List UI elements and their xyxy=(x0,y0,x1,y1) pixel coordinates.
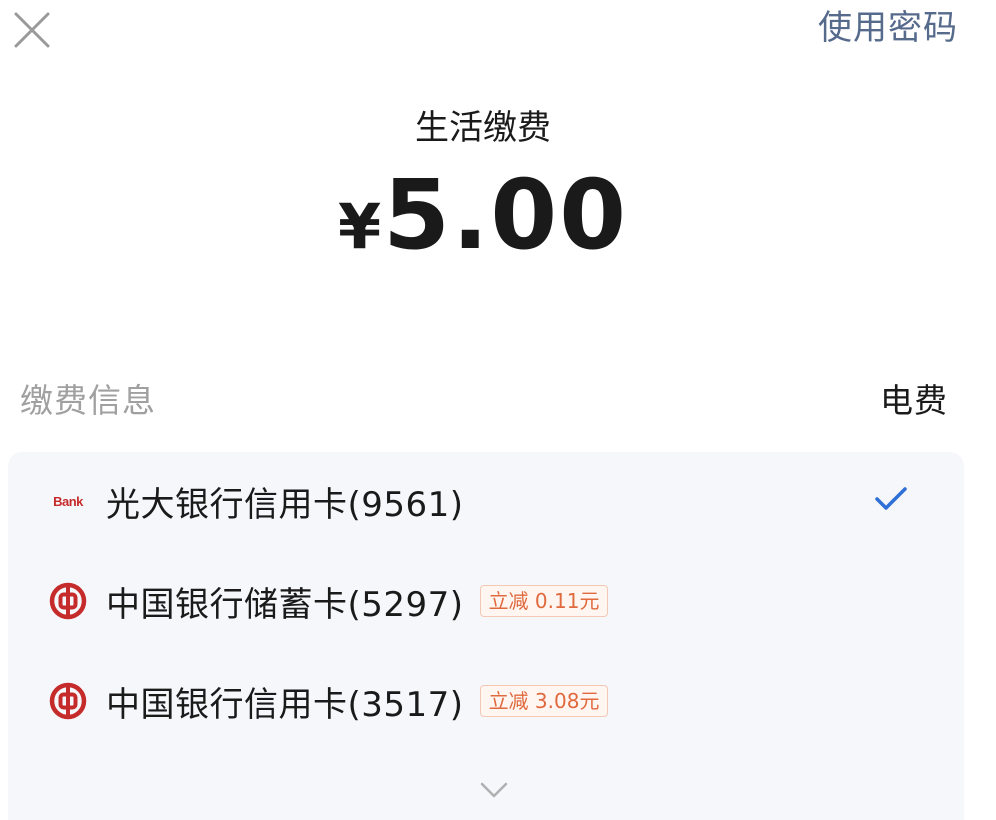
expand-more-button[interactable] xyxy=(474,778,514,802)
payment-methods-panel: Bank 光大银行信用卡(9561) 中国银行储蓄卡(5297) 立减 0.11… xyxy=(8,452,964,820)
payment-info-row: 缴费信息 电费 xyxy=(20,372,948,424)
selected-check-icon xyxy=(874,486,908,516)
everbright-bank-icon: Bank xyxy=(53,493,83,509)
use-password-link[interactable]: 使用密码 xyxy=(818,6,958,50)
payment-method-name: 光大银行信用卡(9561) xyxy=(106,484,464,525)
close-icon xyxy=(14,12,50,48)
payment-info-value: 电费 xyxy=(880,381,948,420)
currency-symbol: ¥ xyxy=(338,190,382,263)
payment-method-name: 中国银行信用卡(3517) xyxy=(106,684,464,725)
payment-sheet: 使用密码 生活缴费 ¥5.00 缴费信息 电费 Bank 光大银行信用卡(956… xyxy=(0,0,996,820)
merchant-title: 生活缴费 xyxy=(415,108,551,148)
close-button[interactable] xyxy=(10,6,54,50)
payment-method-boc-debit[interactable]: 中国银行储蓄卡(5297) 立减 0.11元 xyxy=(8,556,964,646)
bank-of-china-icon xyxy=(48,681,88,721)
payment-method-everbright-credit[interactable]: Bank 光大银行信用卡(9561) xyxy=(8,456,964,546)
bank-of-china-icon xyxy=(48,581,88,621)
amount-value: 5.00 xyxy=(383,159,628,271)
payment-info-label: 缴费信息 xyxy=(20,381,156,420)
payment-method-name: 中国银行储蓄卡(5297) xyxy=(106,584,464,625)
chevron-down-icon xyxy=(480,782,508,798)
discount-badge: 立减 0.11元 xyxy=(479,585,609,617)
discount-badge: 立减 3.08元 xyxy=(479,685,609,717)
payment-amount: ¥5.00 xyxy=(0,160,966,298)
payment-method-boc-credit[interactable]: 中国银行信用卡(3517) 立减 3.08元 xyxy=(8,656,964,746)
